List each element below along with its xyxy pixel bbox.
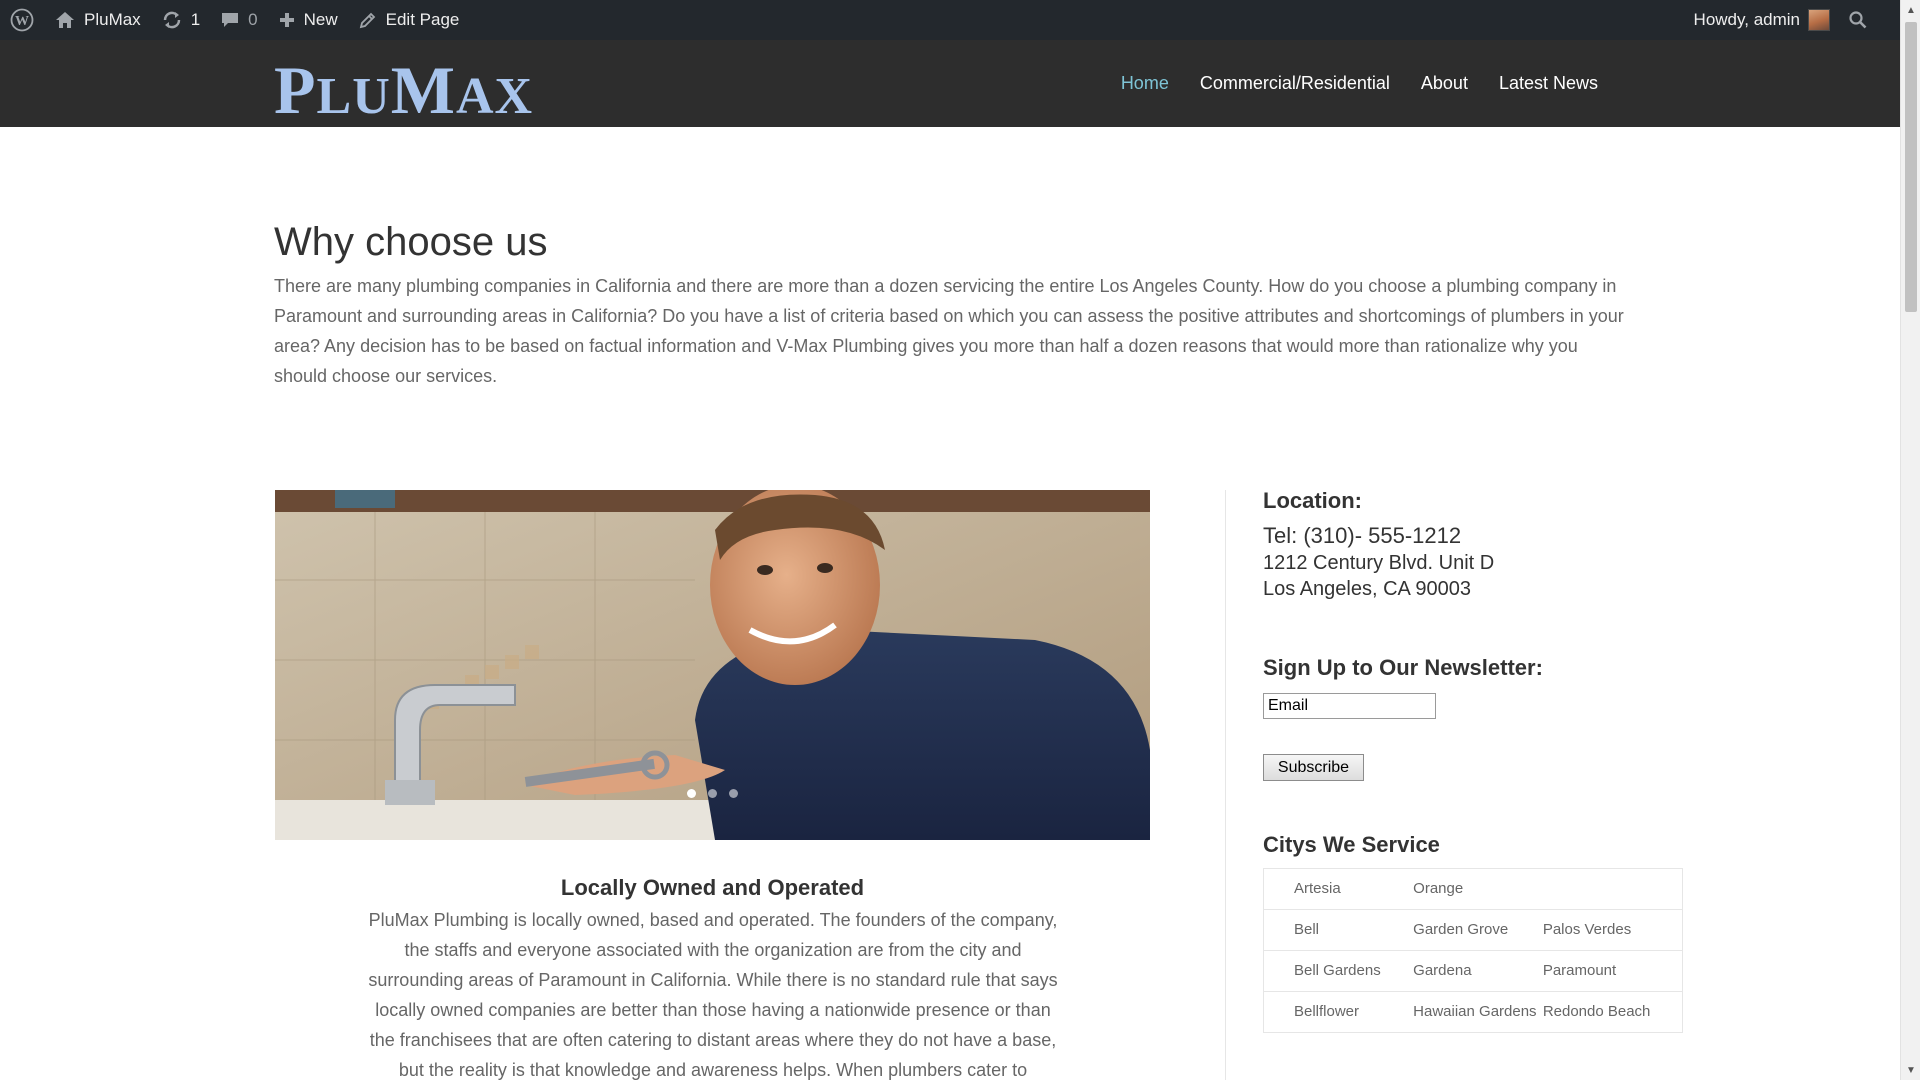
site-header: PLUMAX Home Commercial/Residential About… bbox=[0, 40, 1900, 127]
comments-link[interactable]: 0 bbox=[210, 0, 267, 40]
table-row: Bell Gardens Gardena Paramount bbox=[1263, 950, 1683, 992]
nav-item-home[interactable]: Home bbox=[1121, 73, 1169, 94]
city-cell: Garden Grove bbox=[1403, 909, 1543, 951]
cities-heading: Citys We Service bbox=[1263, 832, 1440, 857]
city-cell: Palos Verdes bbox=[1542, 909, 1683, 951]
wordpress-logo-icon: W bbox=[10, 8, 34, 32]
city-cell: Paramount bbox=[1542, 950, 1683, 992]
city-cell: Orange bbox=[1403, 868, 1543, 910]
new-label: New bbox=[303, 10, 338, 29]
nav-item-latest-news[interactable]: Latest News bbox=[1499, 73, 1598, 94]
page: W PluMax 1 0 New Edit Page Howdy, admin … bbox=[0, 0, 1920, 1080]
city-cell: Bell Gardens bbox=[1263, 950, 1404, 992]
sidebar-divider bbox=[1225, 490, 1226, 1080]
locally-owned-heading: Locally Owned and Operated bbox=[560, 875, 865, 900]
avatar bbox=[1808, 9, 1830, 31]
search-icon bbox=[1848, 10, 1868, 30]
slider-dots bbox=[275, 789, 1150, 798]
comments-count: 0 bbox=[248, 10, 258, 29]
site-name-link[interactable]: PluMax bbox=[44, 0, 151, 40]
city-cell: Artesia bbox=[1263, 868, 1404, 910]
site-logo[interactable]: PLUMAX bbox=[274, 56, 533, 124]
subscribe-button[interactable]: Subscribe bbox=[1263, 754, 1364, 781]
admin-search-button[interactable] bbox=[1840, 0, 1878, 40]
city-cell bbox=[1542, 868, 1683, 910]
pencil-icon bbox=[358, 10, 378, 30]
slider-dot-2[interactable] bbox=[708, 789, 717, 798]
new-content-link[interactable]: New bbox=[268, 0, 348, 40]
comment-icon bbox=[220, 10, 240, 30]
slider-image-plumber bbox=[275, 490, 1150, 840]
slider-dot-3[interactable] bbox=[729, 789, 738, 798]
newsletter-heading: Sign Up to Our Newsletter: bbox=[1263, 655, 1543, 680]
locally-owned-text: PluMax Plumbing is locally owned, based … bbox=[368, 910, 1058, 1080]
newsletter-email-input[interactable] bbox=[1263, 693, 1436, 719]
city-cell: Hawaiian Gardens bbox=[1403, 991, 1543, 1033]
city-cell: Gardena bbox=[1403, 950, 1543, 992]
slider-dot-1[interactable] bbox=[687, 789, 696, 798]
address-line-2: Los Angeles, CA 90003 bbox=[1263, 578, 1471, 600]
table-row: Bellflower Hawaiian Gardens Redondo Beac… bbox=[1263, 991, 1683, 1033]
home-icon bbox=[54, 10, 76, 30]
edit-page-link[interactable]: Edit Page bbox=[348, 0, 470, 40]
cities-table: Artesia Orange Bell Garden Grove Palos V… bbox=[1263, 868, 1683, 1033]
location-heading: Location: bbox=[1263, 488, 1362, 513]
updates-link[interactable]: 1 bbox=[151, 0, 210, 40]
nav-item-about[interactable]: About bbox=[1421, 73, 1468, 94]
edit-page-label: Edit Page bbox=[385, 10, 460, 29]
table-row: Bell Garden Grove Palos Verdes bbox=[1263, 909, 1683, 951]
table-row: Artesia Orange bbox=[1263, 868, 1683, 910]
address-line-1: 1212 Century Blvd. Unit D bbox=[1263, 552, 1495, 574]
updates-count: 1 bbox=[190, 10, 201, 29]
hero-slider[interactable] bbox=[275, 490, 1150, 840]
nav-item-commercial-residential[interactable]: Commercial/Residential bbox=[1200, 73, 1390, 94]
refresh-icon bbox=[161, 10, 183, 30]
scroll-up-icon[interactable]: ▲ bbox=[1901, 0, 1920, 20]
page-scrollbar[interactable]: ▲ ▼ bbox=[1900, 0, 1920, 1080]
city-cell: Redondo Beach bbox=[1542, 991, 1683, 1033]
my-account-link[interactable]: Howdy, admin bbox=[1684, 0, 1840, 40]
scrollbar-thumb[interactable] bbox=[1905, 22, 1917, 312]
why-choose-us-text: There are many plumbing companies in Cal… bbox=[274, 276, 1624, 386]
plus-icon bbox=[278, 11, 296, 29]
admin-bar-right: Howdy, admin bbox=[1684, 0, 1878, 40]
city-cell: Bellflower bbox=[1263, 991, 1404, 1033]
city-cell: Bell bbox=[1263, 909, 1404, 951]
scroll-down-icon[interactable]: ▼ bbox=[1901, 1060, 1920, 1080]
site-name-label: PluMax bbox=[84, 10, 141, 29]
wp-logo-menu[interactable]: W bbox=[0, 0, 44, 40]
admin-bar: W PluMax 1 0 New Edit Page Howdy, admin bbox=[0, 0, 1920, 40]
location-details: Tel: (310)- 555-1212 1212 Century Blvd. … bbox=[1263, 522, 1494, 602]
phone-number: Tel: (310)- 555-1212 bbox=[1263, 523, 1462, 548]
why-choose-us-heading: Why choose us bbox=[274, 220, 548, 264]
greeting-label: Howdy, admin bbox=[1693, 10, 1800, 29]
main-nav: Home Commercial/Residential About Latest… bbox=[1121, 40, 1598, 127]
svg-text:W: W bbox=[15, 14, 29, 29]
